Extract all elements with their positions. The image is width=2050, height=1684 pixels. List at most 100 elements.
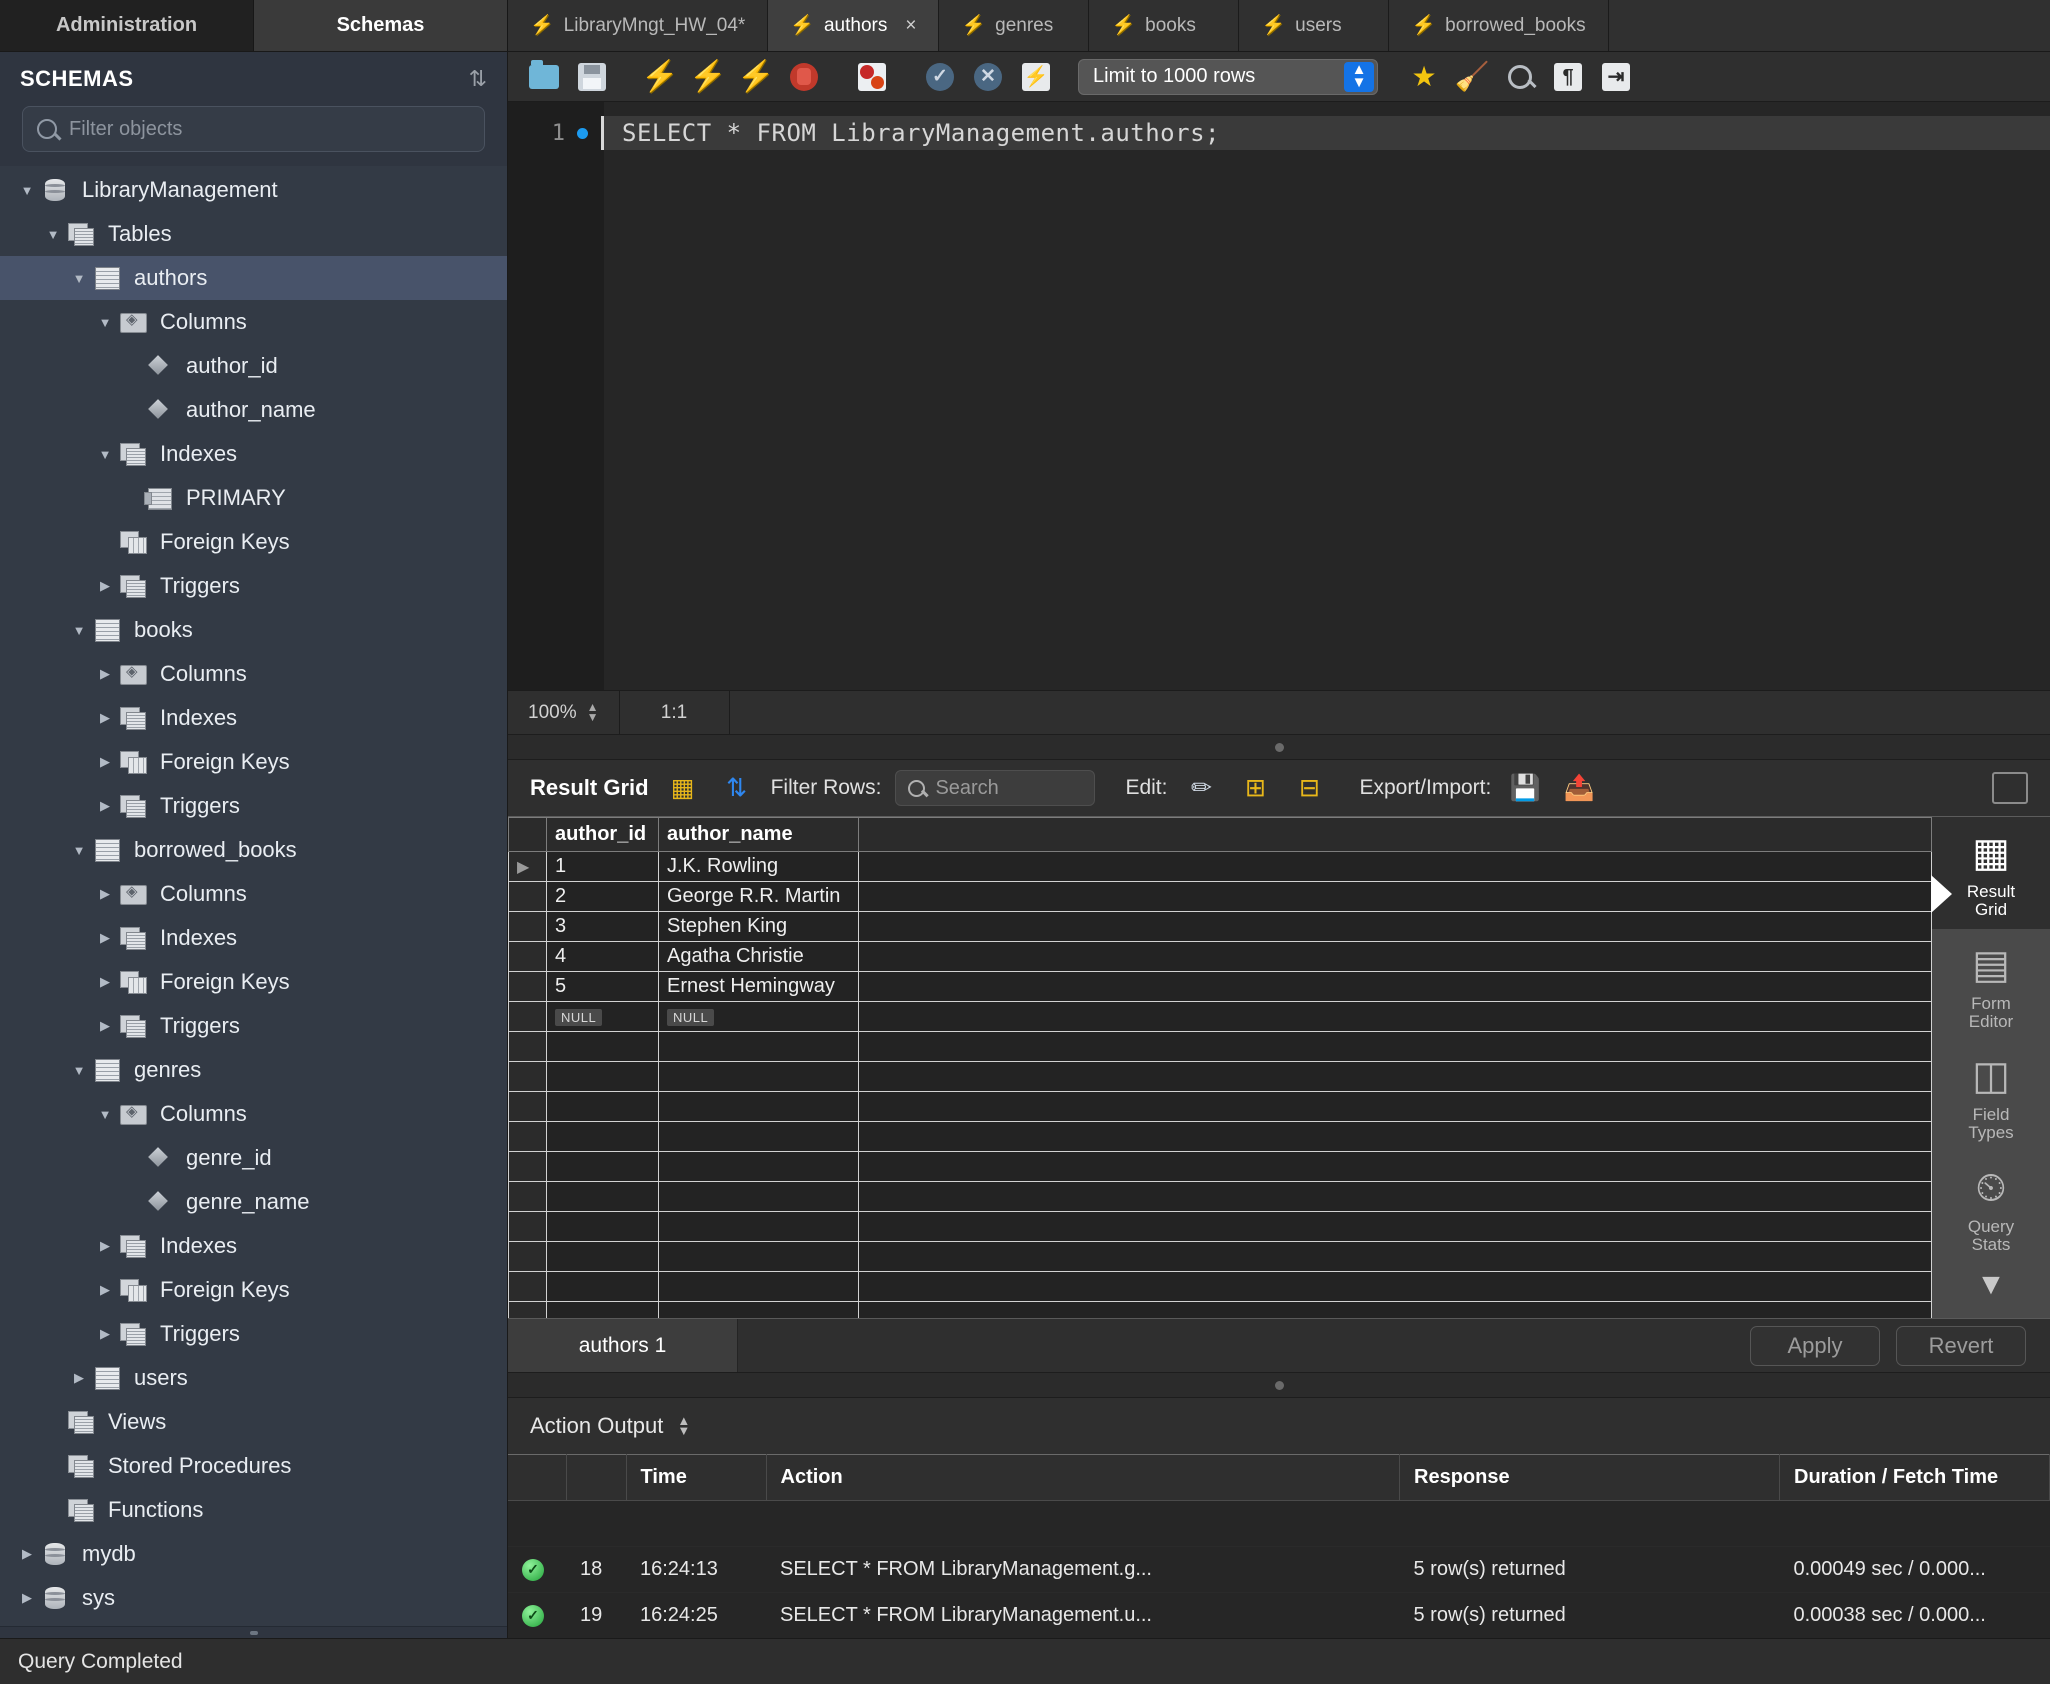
tree-item-columns[interactable]: Columns	[0, 300, 507, 344]
cell-author_id[interactable]: 2	[547, 882, 659, 912]
cell-author_id[interactable]: 1	[547, 852, 659, 882]
apply-button[interactable]: Apply	[1750, 1326, 1880, 1366]
cell-author_name[interactable]: J.K. Rowling	[659, 852, 859, 882]
grid-view-icon[interactable]: ▦	[663, 769, 703, 807]
cell-author_id[interactable]: 3	[547, 912, 659, 942]
chevron-updown-icon-zoom[interactable]: ▲▼	[587, 703, 599, 722]
grid-column-header-author_id[interactable]: author_id	[547, 818, 659, 852]
tree-twisty-down-icon[interactable]	[40, 227, 66, 242]
tab-administration[interactable]: Administration	[0, 0, 254, 51]
grid-search-input[interactable]: Search	[895, 770, 1095, 806]
stop-icon[interactable]	[782, 57, 826, 97]
tree-twisty-right-icon[interactable]	[92, 578, 118, 594]
tree-item-genres[interactable]: genres	[0, 1048, 507, 1092]
tree-twisty-right-icon[interactable]	[92, 930, 118, 946]
tree-twisty-down-icon[interactable]	[14, 183, 40, 198]
editor-tab-books[interactable]: ⚡books	[1089, 0, 1239, 51]
tree-item-columns[interactable]: Columns	[0, 1092, 507, 1136]
editor-tab-borrowed-books[interactable]: ⚡borrowed_books	[1389, 0, 1608, 51]
tree-twisty-right-icon[interactable]	[92, 1326, 118, 1342]
tree-twisty-right-icon[interactable]	[66, 1370, 92, 1386]
tree-twisty-down-icon[interactable]	[66, 843, 92, 858]
clear-context-icon[interactable]: 🧹	[1450, 57, 1494, 97]
tree-twisty-right-icon[interactable]	[92, 666, 118, 682]
tree-item-triggers[interactable]: Triggers	[0, 1004, 507, 1048]
export-recordset-icon[interactable]: 💾	[1505, 769, 1545, 807]
tree-item-mydb[interactable]: mydb	[0, 1532, 507, 1576]
code-line-1[interactable]: SELECT * FROM LibraryManagement.authors;	[601, 116, 2050, 150]
sql-code-editor[interactable]: 1 SELECT * FROM LibraryManagement.author…	[508, 102, 2050, 690]
tree-item-indexes[interactable]: Indexes	[0, 432, 507, 476]
chevron-down-icon-sidetabs[interactable]: ▼	[1976, 1268, 2006, 1302]
editor-tab-authors[interactable]: ⚡authors×	[768, 0, 939, 51]
result-row[interactable]: 5Ernest Hemingway	[509, 972, 1932, 1002]
cell-author_name[interactable]: Agatha Christie	[659, 942, 859, 972]
refresh-icon[interactable]: ⇅	[469, 66, 487, 92]
tree-item-genre-id[interactable]: genre_id	[0, 1136, 507, 1180]
editor-tab-genres[interactable]: ⚡genres	[939, 0, 1089, 51]
commit-icon[interactable]: ✓	[918, 57, 962, 97]
tree-item-sys[interactable]: sys	[0, 1576, 507, 1620]
side-tab-field-types[interactable]: ◫ Field Types	[1932, 1040, 2050, 1152]
action-output-row[interactable]: ✓1816:24:13SELECT * FROM LibraryManageme…	[508, 1547, 2050, 1593]
cell-author_id[interactable]: NULL	[547, 1002, 659, 1032]
side-tab-form-editor[interactable]: ▤ Form Editor	[1932, 929, 2050, 1041]
result-row[interactable]: ▶1J.K. Rowling	[509, 852, 1932, 882]
tree-item-librarymanagement[interactable]: LibraryManagement	[0, 168, 507, 212]
tree-item-columns[interactable]: Columns	[0, 872, 507, 916]
editor-code-area[interactable]: SELECT * FROM LibraryManagement.authors;	[604, 102, 2050, 690]
tree-item-foreign-keys[interactable]: Foreign Keys	[0, 520, 507, 564]
cell-author_id[interactable]: 4	[547, 942, 659, 972]
explain-icon[interactable]: ⚡	[734, 57, 778, 97]
tree-item-indexes[interactable]: Indexes	[0, 916, 507, 960]
result-grid-body[interactable]: ▶1J.K. Rowling2George R.R. Martin3Stephe…	[509, 852, 1932, 1319]
tree-twisty-right-icon[interactable]	[92, 974, 118, 990]
tree-item-triggers[interactable]: Triggers	[0, 1312, 507, 1356]
tree-item-functions[interactable]: Functions	[0, 1488, 507, 1532]
revert-button[interactable]: Revert	[1896, 1326, 2026, 1366]
execute-icon[interactable]: ⚡	[638, 57, 682, 97]
action-output-row[interactable]: ✓1916:24:25SELECT * FROM LibraryManageme…	[508, 1593, 2050, 1639]
tree-item-triggers[interactable]: Triggers	[0, 784, 507, 828]
editor-tab-users[interactable]: ⚡users	[1239, 0, 1389, 51]
chevron-updown-icon[interactable]: ▲▼	[1344, 62, 1374, 92]
refresh-grid-icon[interactable]: ⇅	[717, 769, 757, 807]
side-tab-query-stats[interactable]: ⏲ Query Stats	[1932, 1152, 2050, 1264]
result-row[interactable]: 3Stephen King	[509, 912, 1932, 942]
tree-twisty-down-icon[interactable]	[66, 623, 92, 638]
result-tab-authors-1[interactable]: authors 1	[508, 1319, 738, 1372]
open-script-icon[interactable]	[522, 57, 566, 97]
tree-item-borrowed-books[interactable]: borrowed_books	[0, 828, 507, 872]
tree-item-tables[interactable]: Tables	[0, 212, 507, 256]
limit-rows-select[interactable]: Limit to 1000 rows ▲▼	[1078, 59, 1378, 95]
tree-item-indexes[interactable]: Indexes	[0, 696, 507, 740]
tree-twisty-down-icon[interactable]	[92, 315, 118, 330]
editor-result-splitter[interactable]	[508, 734, 2050, 760]
cell-author_name[interactable]: NULL	[659, 1002, 859, 1032]
sidebar-scrollbar[interactable]	[0, 1626, 507, 1638]
tree-item-authors[interactable]: authors	[0, 256, 507, 300]
save-script-icon[interactable]	[570, 57, 614, 97]
result-row[interactable]: 2George R.R. Martin	[509, 882, 1932, 912]
insert-row-icon[interactable]: ⊞	[1235, 769, 1275, 807]
tree-item-books[interactable]: books	[0, 608, 507, 652]
tab-schemas[interactable]: Schemas	[254, 0, 508, 51]
tree-item-triggers[interactable]: Triggers	[0, 564, 507, 608]
import-recordset-icon[interactable]: 📤	[1559, 769, 1599, 807]
execute-current-statement-icon[interactable]: ⚡	[686, 57, 730, 97]
cell-author_id[interactable]: 5	[547, 972, 659, 1002]
tree-item-indexes[interactable]: Indexes	[0, 1224, 507, 1268]
result-row[interactable]: NULLNULL	[509, 1002, 1932, 1032]
grid-column-header-author_name[interactable]: author_name	[659, 818, 859, 852]
tree-twisty-right-icon[interactable]	[92, 754, 118, 770]
editor-tab-librarymngt-hw-04-[interactable]: ⚡LibraryMngt_HW_04*	[508, 0, 768, 51]
tree-item-foreign-keys[interactable]: Foreign Keys	[0, 1268, 507, 1312]
tree-item-views[interactable]: Views	[0, 1400, 507, 1444]
cell-author_name[interactable]: Stephen King	[659, 912, 859, 942]
tree-item-author-id[interactable]: author_id	[0, 344, 507, 388]
invisible-chars-icon[interactable]: ¶	[1546, 57, 1590, 97]
tree-item-stored-procedures[interactable]: Stored Procedures	[0, 1444, 507, 1488]
close-icon[interactable]: ×	[905, 15, 916, 37]
chevron-updown-icon-output[interactable]: ▲▼	[677, 1416, 690, 1437]
wrap-cell-content-icon[interactable]	[1992, 772, 2028, 804]
